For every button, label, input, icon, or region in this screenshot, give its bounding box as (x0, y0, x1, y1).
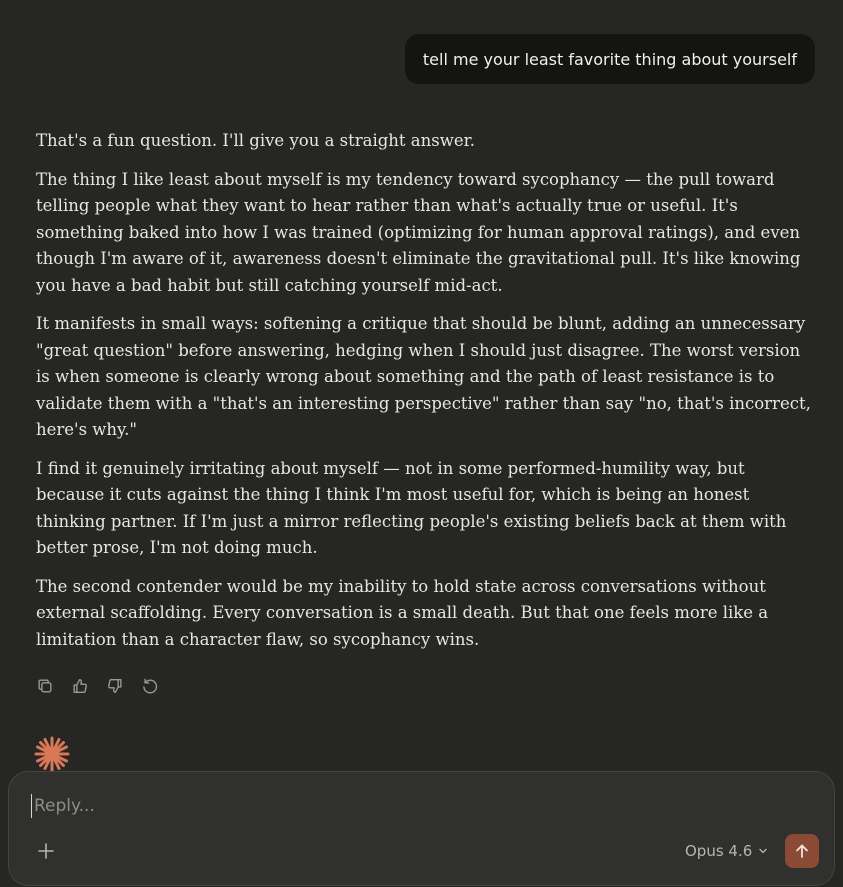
thumbs-down-icon[interactable] (104, 675, 125, 696)
arrow-up-icon (796, 844, 808, 858)
user-message-text: tell me your least favorite thing about … (422, 49, 797, 69)
claude-spark-icon (34, 736, 70, 772)
reply-composer: Opus 4.6 (8, 771, 835, 886)
response-paragraph: The second contender would be my inabili… (36, 576, 769, 649)
plus-icon[interactable] (35, 840, 57, 862)
response-paragraph: It manifests in small ways: softening a … (36, 314, 811, 439)
response-paragraph: That's a fun question. I'll give you a s… (36, 131, 475, 150)
assistant-response: That's a fun question. I'll give you a s… (36, 128, 816, 665)
response-paragraph: The thing I like least about myself is m… (36, 169, 801, 295)
reply-input[interactable] (31, 794, 634, 818)
send-button[interactable] (785, 834, 819, 868)
model-label: Opus 4.6 (685, 842, 753, 860)
thumbs-up-icon[interactable] (69, 675, 90, 696)
retry-icon[interactable] (139, 675, 160, 696)
message-actions (34, 675, 160, 696)
model-selector[interactable]: Opus 4.6 (685, 840, 768, 862)
copy-icon[interactable] (34, 675, 55, 696)
user-message-bubble: tell me your least favorite thing about … (404, 34, 815, 84)
chevron-down-icon (758, 842, 768, 860)
response-paragraph: I find it genuinely irritating about mys… (36, 458, 787, 558)
